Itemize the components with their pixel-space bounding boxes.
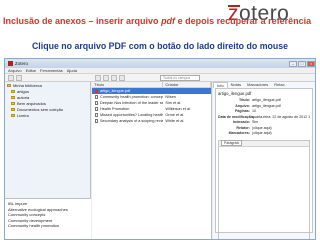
pdf-icon: [95, 89, 98, 93]
close-icon[interactable]: ×: [307, 60, 315, 67]
trash-icon: [11, 113, 15, 117]
zotero-window: Zotero – □ × Arquivo Editar Ferramentas …: [4, 58, 316, 240]
menu-arquivo[interactable]: Arquivo: [8, 68, 22, 73]
new-collection-icon[interactable]: [8, 75, 14, 81]
tab-related[interactable]: Relac.: [271, 82, 288, 88]
tab-tags[interactable]: Marcadores: [244, 82, 271, 88]
folder-icon: [11, 107, 15, 111]
folder-icon: [11, 101, 15, 105]
document-icon: [95, 113, 98, 117]
folder-icon: [7, 83, 11, 87]
attachment-title: artigo_ilengue.pdf: [218, 91, 252, 96]
field-tags: Marcadores: (clique aqui): [228, 131, 272, 135]
column-title[interactable]: Título: [92, 82, 164, 87]
document-icon: [95, 95, 98, 99]
tab-info[interactable]: Info: [213, 82, 228, 88]
document-icon: [95, 107, 98, 111]
menu-ajuda[interactable]: Ajuda: [67, 68, 77, 73]
menu-editar[interactable]: Editar: [26, 68, 36, 73]
link-icon[interactable]: [119, 75, 125, 81]
column-creator[interactable]: Criador: [163, 82, 211, 87]
editor-toolbar: Parágrafo: [219, 140, 309, 147]
item-row[interactable]: Secondary analysis of a scoping review o…: [92, 118, 211, 124]
library-actions-icon[interactable]: [16, 75, 22, 81]
window-title: Zotero: [15, 61, 29, 66]
search-input[interactable]: Todos os campos: [160, 75, 200, 81]
toolbar: Todos os campos: [5, 74, 315, 82]
new-note-icon[interactable]: [111, 75, 117, 81]
paragraph-format-select[interactable]: Parágrafo: [221, 140, 243, 146]
menu-ferramentas[interactable]: Ferramentas: [40, 68, 63, 73]
collections-pane: Minha biblioteca artigos autoria Bem arq…: [5, 82, 91, 239]
add-attachment-icon[interactable]: [103, 75, 109, 81]
minimize-icon[interactable]: –: [289, 60, 297, 67]
maximize-icon[interactable]: □: [298, 60, 306, 67]
folder-icon: [11, 89, 15, 93]
zotero-app-icon: [8, 61, 13, 66]
window-titlebar: Zotero – □ ×: [5, 59, 315, 68]
slide-title: Inclusão de anexos – inserir arquivo pdf…: [3, 16, 312, 26]
items-pane: Título Criador artigo_ilengue.pdf Commun…: [92, 82, 212, 239]
slide-subtitle: Clique no arquivo PDF com o botão do lad…: [31, 41, 289, 51]
document-icon: [95, 119, 98, 123]
tag-selector: IBL impure Alternative ecological approa…: [5, 198, 91, 239]
note-editor[interactable]: Parágrafo: [218, 139, 310, 239]
tag-item[interactable]: Community health promotion: [8, 223, 88, 229]
collection-trash[interactable]: Lixeira: [5, 112, 90, 118]
info-panel: artigo_ilengue.pdf Título: artigo_ilengue…: [215, 88, 313, 239]
folder-icon: [11, 95, 15, 99]
tab-notes[interactable]: Notas: [228, 82, 244, 88]
document-icon: [95, 101, 98, 105]
item-detail-pane: Info Notas Marcadores Relac. artigo_ilen…: [213, 82, 315, 239]
new-item-icon[interactable]: [95, 75, 101, 81]
